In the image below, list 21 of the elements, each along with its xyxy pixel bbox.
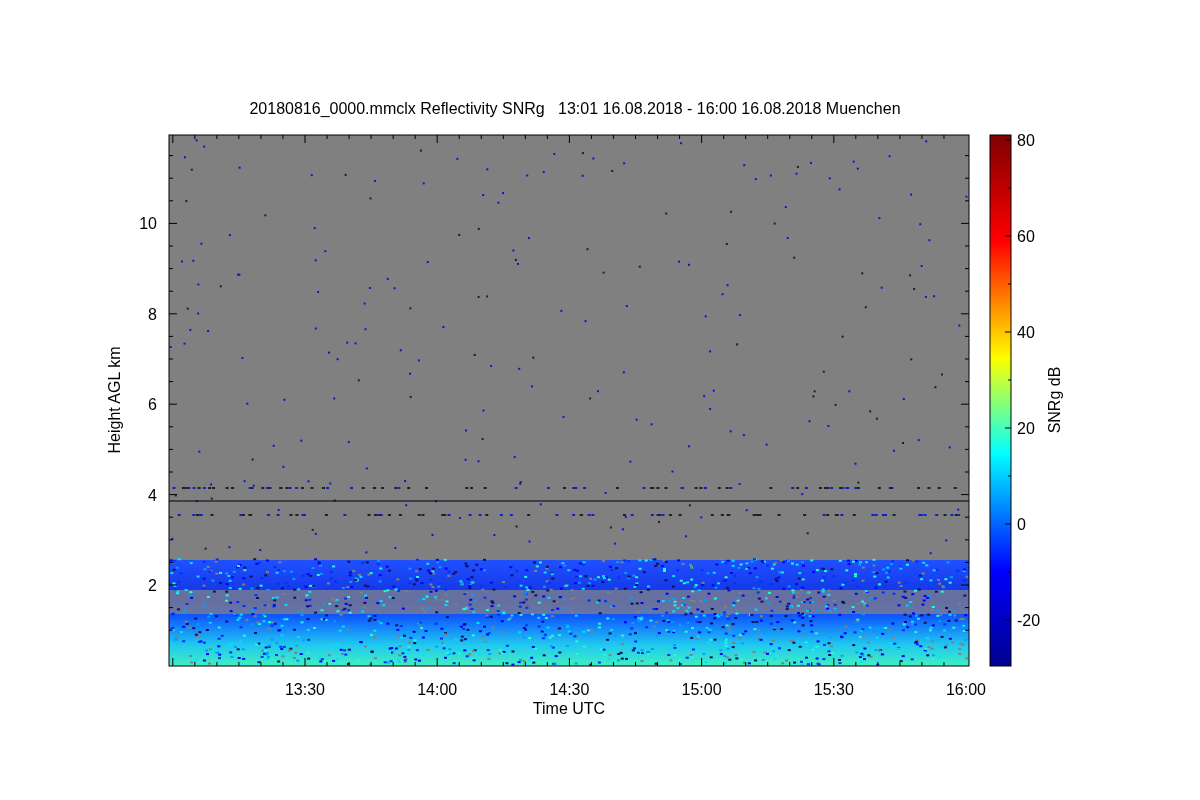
y-tick-label: 6 (148, 396, 157, 414)
x-tick-label: 14:30 (549, 681, 590, 698)
x-tick-label: 16:00 (946, 681, 986, 698)
colorbar-tick-label: 60 (1017, 228, 1035, 245)
x-tick-label: 15:00 (681, 681, 722, 698)
y-tick-label: 4 (148, 486, 157, 504)
colorbar-label: SNRg dB (1046, 366, 1063, 434)
colorbar-tick-label: 0 (1017, 516, 1026, 533)
y-tick-label: 8 (148, 305, 157, 323)
x-tick-label: 15:30 (813, 681, 854, 698)
y-tick-label: 2 (148, 577, 157, 594)
x-tick-label: 13:30 (285, 681, 325, 698)
colorbar-tick-label: 40 (1017, 324, 1035, 341)
colorbar-tick-label: 80 (1017, 132, 1035, 149)
x-tick-label: 14:00 (417, 681, 458, 698)
colorbar-tick-label: -20 (1017, 612, 1041, 629)
chart-title: 20180816_0000.mmclx Reflectivity SNRg 13:01 16.08.2018 - 16:00 16.08.2018 Muenchen (249, 100, 901, 117)
y-tick-label: 10 (139, 215, 157, 233)
y-axis-label: Height AGL km (106, 346, 123, 454)
colorbar-tick-label: 20 (1017, 420, 1035, 437)
x-axis-label: Time UTC (532, 700, 606, 717)
